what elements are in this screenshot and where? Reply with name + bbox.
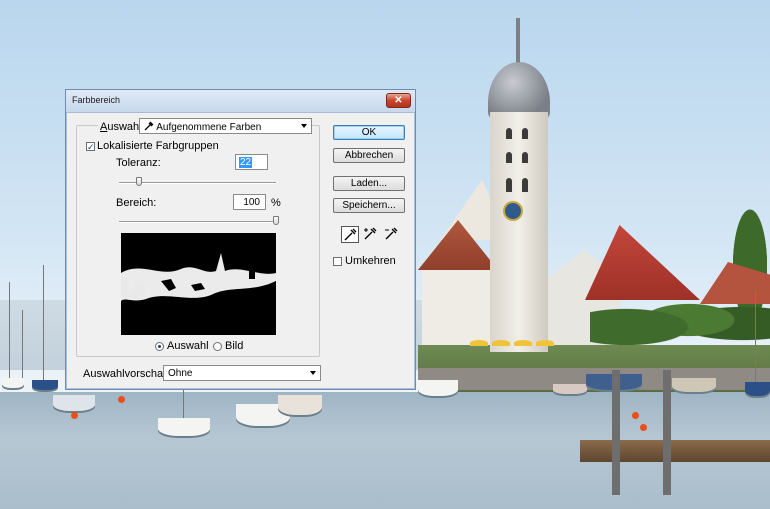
auswahl-value: Aufgenommene Farben xyxy=(144,121,261,133)
umkehren-label: Umkehren xyxy=(345,255,396,267)
boat xyxy=(418,380,458,396)
auswahl-value-text: Aufgenommene Farben xyxy=(156,122,262,133)
abbrechen-button[interactable]: Abbrechen xyxy=(333,148,405,163)
selection-preview[interactable] xyxy=(121,233,276,335)
preview-auswahl-label: Auswahl xyxy=(167,340,209,352)
boat xyxy=(553,384,587,394)
umbrella xyxy=(492,340,510,346)
dialog-title: Farbbereich xyxy=(72,95,121,105)
eyedropper-icon xyxy=(144,121,154,131)
auswahlvorschau-value: Ohne xyxy=(168,368,193,379)
eyedropper-plus-tool[interactable] xyxy=(362,226,380,243)
lokalisiert-label: Lokalisierte Farbgruppen xyxy=(97,140,219,152)
preview-mask xyxy=(121,253,276,301)
speichern-button[interactable]: Speichern... xyxy=(333,198,405,213)
jetty-post xyxy=(663,370,671,495)
auswahlvorschau-label: Auswahlvorschau: xyxy=(83,368,173,380)
color-range-dialog: Farbbereich ✕ Auswahl: Aufgenommene Farb… xyxy=(65,89,416,390)
bereich-slider-track[interactable] xyxy=(119,221,276,223)
ok-button[interactable]: OK xyxy=(333,125,405,140)
tower-window xyxy=(506,178,512,192)
boat xyxy=(53,395,95,411)
buoy xyxy=(118,396,125,403)
boat xyxy=(672,378,716,392)
buoy xyxy=(71,412,78,419)
umkehren-checkbox[interactable] xyxy=(333,257,342,266)
boat xyxy=(745,382,770,396)
chevron-down-icon xyxy=(301,124,307,128)
bereich-input[interactable]: 100 xyxy=(233,194,266,210)
tower-spire xyxy=(516,18,520,66)
sailboat-mast xyxy=(9,282,10,382)
close-button[interactable]: ✕ xyxy=(386,93,411,108)
tower-window xyxy=(522,178,528,192)
boat xyxy=(158,418,210,436)
eyedropper-plus-icon xyxy=(364,227,377,240)
toleranz-label: Toleranz: xyxy=(116,157,161,169)
boat xyxy=(32,380,58,390)
jetty-post xyxy=(612,370,620,495)
church-nave xyxy=(422,265,496,345)
tower-window xyxy=(506,152,512,163)
preview-bild-radio[interactable] xyxy=(213,342,222,351)
toleranz-slider-track[interactable] xyxy=(119,182,276,184)
jetty xyxy=(580,440,770,462)
auswahlvorschau-select[interactable]: Ohne xyxy=(163,365,321,381)
eyedropper-tool[interactable] xyxy=(341,226,359,243)
umbrella xyxy=(470,340,488,346)
toleranz-slider-thumb[interactable] xyxy=(136,177,143,186)
tower-clock xyxy=(503,201,523,221)
tree-group xyxy=(590,285,770,355)
toleranz-input[interactable]: 22 xyxy=(235,154,268,170)
laden-button[interactable]: Laden... xyxy=(333,176,405,191)
bereich-slider-thumb[interactable] xyxy=(273,216,279,225)
preview-auswahl-radio[interactable] xyxy=(155,342,164,351)
church-tower xyxy=(490,112,548,352)
dialog-titlebar[interactable]: Farbbereich ✕ xyxy=(66,90,415,113)
tower-window xyxy=(506,128,512,139)
eyedropper-icon xyxy=(344,228,357,241)
toleranz-value: 22 xyxy=(239,157,253,168)
sailboat-mast xyxy=(22,310,23,385)
sailboat-mast xyxy=(43,265,44,383)
bereich-unit: % xyxy=(271,197,281,209)
eyedropper-minus-tool[interactable] xyxy=(383,226,401,243)
buoy xyxy=(640,424,647,431)
bereich-value: 100 xyxy=(243,197,260,208)
bereich-label: Bereich: xyxy=(116,197,157,209)
chevron-down-icon xyxy=(310,371,316,375)
preview-bild-label: Bild xyxy=(225,340,244,352)
lokalisiert-checkbox[interactable]: ✓ xyxy=(86,142,95,152)
boat xyxy=(2,378,24,388)
tower-window xyxy=(522,152,528,163)
boat xyxy=(278,395,322,415)
tower-window xyxy=(522,128,528,139)
buoy xyxy=(632,412,639,419)
eyedropper-minus-icon xyxy=(385,227,398,240)
umbrella xyxy=(536,340,554,346)
sailboat-mast xyxy=(755,290,756,390)
umbrella xyxy=(514,340,532,346)
auswahl-select[interactable]: Aufgenommene Farben xyxy=(139,118,312,134)
